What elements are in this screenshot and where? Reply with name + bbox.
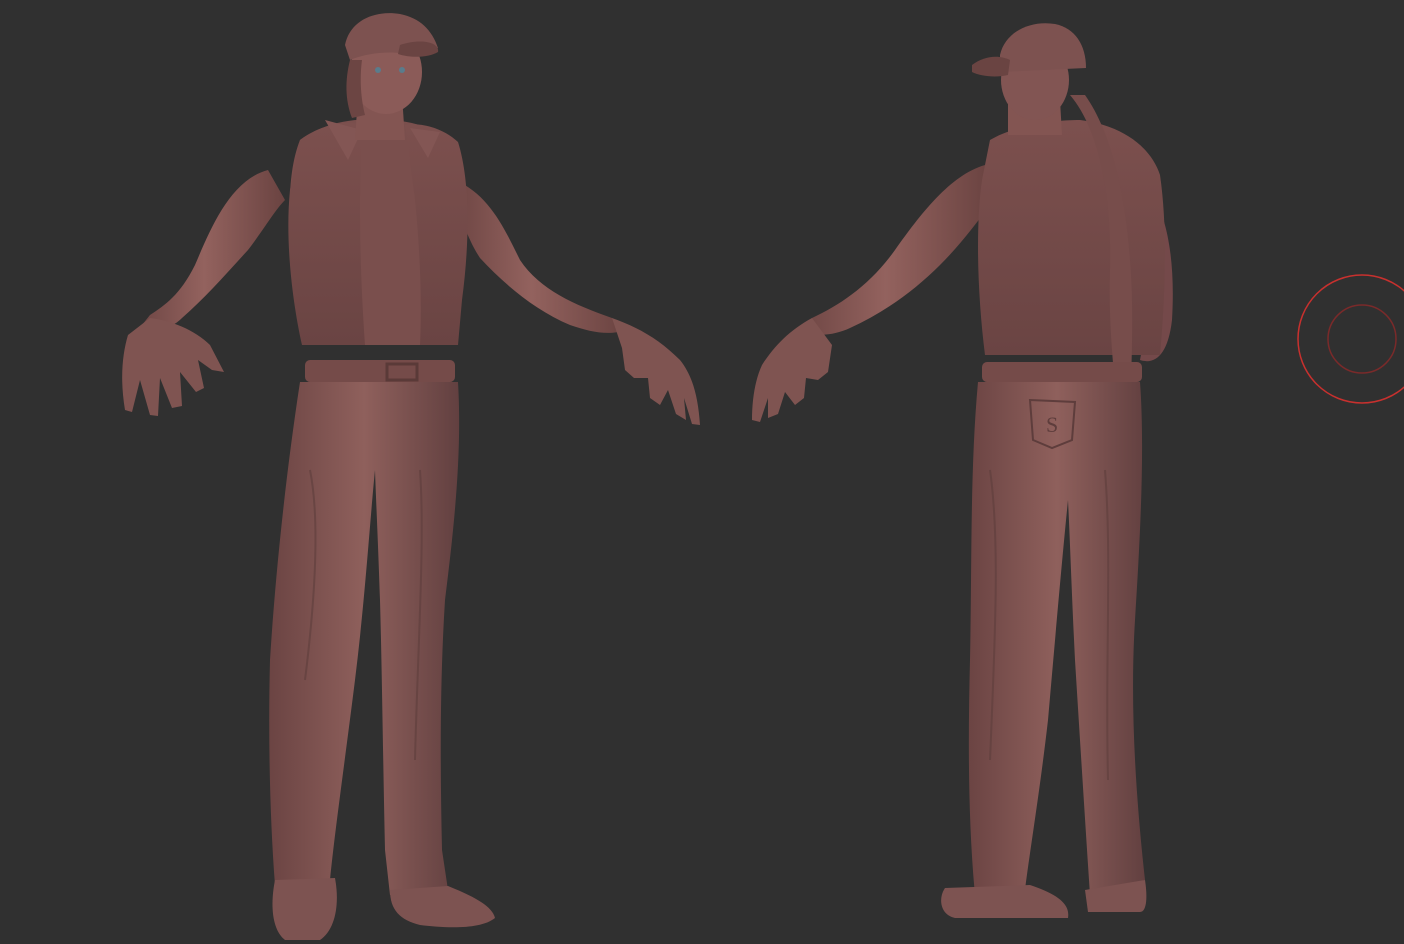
sculpt-viewport[interactable]: S	[0, 0, 1404, 944]
pocket-emblem: S	[1046, 412, 1058, 437]
character-back-view[interactable]: S	[752, 23, 1173, 918]
viewport-canvas[interactable]: S	[0, 0, 1404, 944]
character-front-view[interactable]	[122, 13, 700, 940]
